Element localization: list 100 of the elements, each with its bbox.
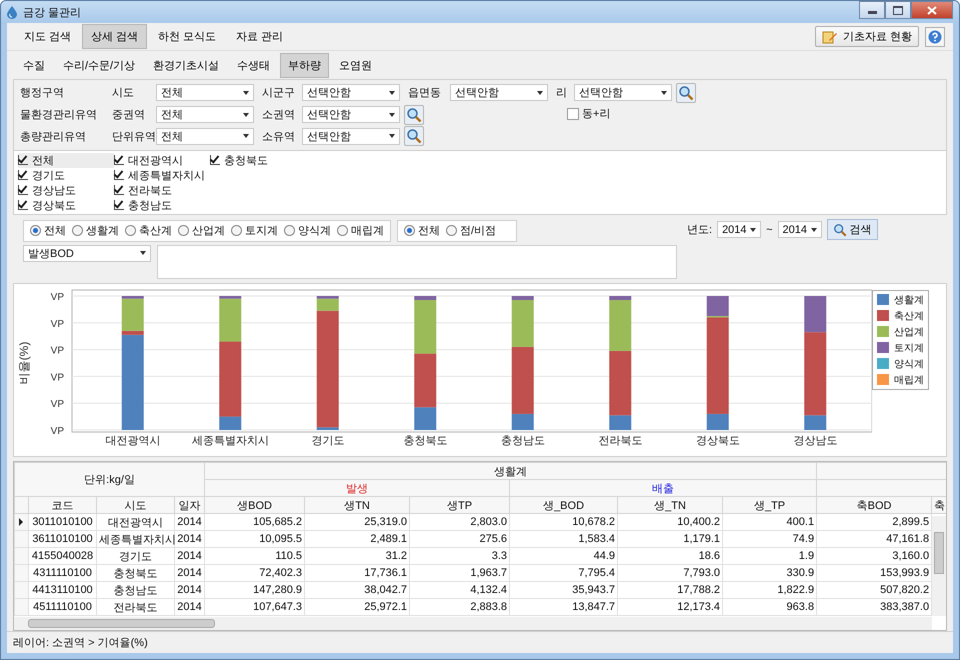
table-cell: 31.2 — [304, 548, 410, 565]
close-button[interactable] — [911, 1, 953, 19]
radio-button[interactable] — [284, 225, 295, 236]
checkbox[interactable] — [114, 185, 124, 195]
radio-button[interactable] — [178, 225, 189, 236]
legend-label: 생활계 — [894, 294, 924, 306]
subgroup-header: 배출 — [510, 480, 817, 497]
group-header: 생활계 — [204, 462, 817, 480]
y-tick-label: VP — [50, 398, 64, 410]
basic-data-button[interactable]: 기초자료 현황 — [814, 26, 919, 48]
radio-label: 산업계 — [192, 224, 225, 238]
table-cell: 330.9 — [722, 564, 817, 582]
table-cell: 4511110100 — [28, 598, 96, 616]
radio-button[interactable] — [446, 225, 457, 236]
radio-button[interactable] — [125, 225, 136, 236]
sub-tab[interactable]: 부하량 — [280, 53, 330, 78]
legend-label: 축산계 — [894, 310, 924, 322]
legend-label: 매립계 — [894, 374, 924, 386]
dropdown[interactable]: 전체 — [156, 106, 254, 123]
table-cell: 44.9 — [510, 548, 618, 565]
sub-tab[interactable]: 환경기초시설 — [145, 53, 228, 78]
y-tick-label: VP — [50, 372, 64, 383]
legend-label: 양식계 — [894, 358, 924, 370]
checkbox[interactable] — [18, 185, 28, 195]
checkbox-label: 세종특별자치시 — [128, 168, 205, 182]
table-cell: 383,387.0 — [816, 598, 932, 616]
radio-label: 축산계 — [139, 224, 172, 238]
table-cell: 25,319.0 — [304, 514, 410, 531]
table-cell: 1,583.4 — [510, 530, 618, 548]
checkbox[interactable] — [18, 170, 28, 180]
checkbox[interactable] — [18, 155, 28, 165]
table-cell: 110.5 — [204, 548, 305, 565]
y-tick-label: VP — [50, 426, 64, 436]
table-cell: 35,943.7 — [510, 582, 618, 599]
table-cell: 세종특별자치시 — [96, 530, 174, 548]
table-cell: 전라북도 — [96, 598, 174, 616]
table-cell: 4413110100 — [28, 582, 96, 599]
field-label: 소유역 — [262, 130, 296, 144]
column-header: 일자 — [174, 496, 205, 514]
dropdown[interactable]: 선택안함 — [302, 128, 400, 145]
dropdown[interactable]: 선택안함 — [574, 84, 672, 102]
vertical-scrollbar[interactable] — [932, 516, 946, 616]
table-cell: 47,161.8 — [816, 530, 932, 548]
radio-button[interactable] — [231, 225, 242, 236]
main-tab[interactable]: 하천 모식도 — [149, 24, 226, 50]
checkbox[interactable] — [114, 170, 124, 180]
checkbox[interactable] — [567, 108, 579, 120]
table-cell: 1,822.9 — [722, 582, 817, 599]
search-button[interactable]: 검색 — [826, 219, 878, 240]
dropdown[interactable]: 선택안함 — [302, 84, 400, 102]
checkbox-label: 경상북도 — [32, 198, 76, 212]
search-button[interactable] — [676, 82, 696, 103]
table-cell: 3611010100 — [28, 530, 96, 548]
table-cell: 2,489.1 — [304, 530, 410, 548]
dropdown[interactable]: 선택안함 — [302, 106, 400, 123]
table-cell: 17,788.2 — [618, 582, 723, 599]
table-cell: 대전광역시 — [96, 514, 174, 531]
main-tab[interactable]: 자료 관리 — [227, 24, 292, 50]
table-cell: 2014 — [174, 564, 205, 582]
notepad-pencil-icon — [822, 30, 838, 44]
table-cell: 963.8 — [722, 598, 817, 616]
dropdown[interactable]: 전체 — [156, 84, 254, 102]
dropdown[interactable]: 선택안함 — [450, 84, 548, 102]
help-button[interactable] — [925, 26, 945, 47]
horizontal-scrollbar[interactable] — [14, 616, 932, 630]
search-button[interactable] — [404, 126, 424, 146]
table-cell: 25,972.1 — [304, 598, 410, 616]
minimize-button[interactable] — [859, 1, 885, 19]
radio-button[interactable] — [404, 225, 415, 236]
sub-tab[interactable]: 오염원 — [331, 53, 380, 78]
sub-tab[interactable]: 수질 — [15, 53, 53, 78]
radio-label: 토지계 — [245, 224, 278, 238]
table-cell: 4155040028 — [28, 548, 96, 565]
radio-button[interactable] — [72, 225, 83, 236]
year-dropdown[interactable]: 2014 — [717, 221, 762, 238]
checkbox-label: 대전광역시 — [128, 154, 183, 168]
search-button[interactable] — [404, 104, 424, 124]
main-tab[interactable]: 상세 검색 — [82, 24, 148, 50]
x-tick-label: 충청북도 — [403, 434, 448, 446]
maximize-button[interactable] — [885, 1, 911, 19]
item-dropdown[interactable]: 발생BOD — [23, 244, 151, 262]
radio-label: 전체 — [418, 224, 440, 238]
checkbox[interactable] — [114, 155, 124, 165]
checkbox[interactable] — [114, 200, 124, 210]
radio-label: 점/비점 — [460, 224, 496, 238]
checkbox[interactable] — [18, 200, 28, 210]
dropdown[interactable]: 전체 — [156, 128, 254, 145]
filter-group-label: 행정구역 — [20, 86, 65, 100]
y-tick-label: VP — [50, 318, 64, 330]
column-header: 생_TN — [618, 496, 723, 514]
sub-tab[interactable]: 수리/수문/기상 — [55, 53, 144, 78]
radio-button[interactable] — [337, 225, 348, 236]
table-cell: 107,647.3 — [204, 598, 305, 616]
sub-tab[interactable]: 수생태 — [229, 53, 278, 78]
year-dropdown[interactable]: 2014 — [778, 221, 822, 238]
table-cell: 1,963.7 — [410, 564, 510, 582]
x-tick-label: 경상북도 — [696, 434, 740, 446]
checkbox[interactable] — [210, 155, 220, 165]
radio-button[interactable] — [30, 225, 41, 236]
main-tab[interactable]: 지도 검색 — [15, 24, 80, 50]
